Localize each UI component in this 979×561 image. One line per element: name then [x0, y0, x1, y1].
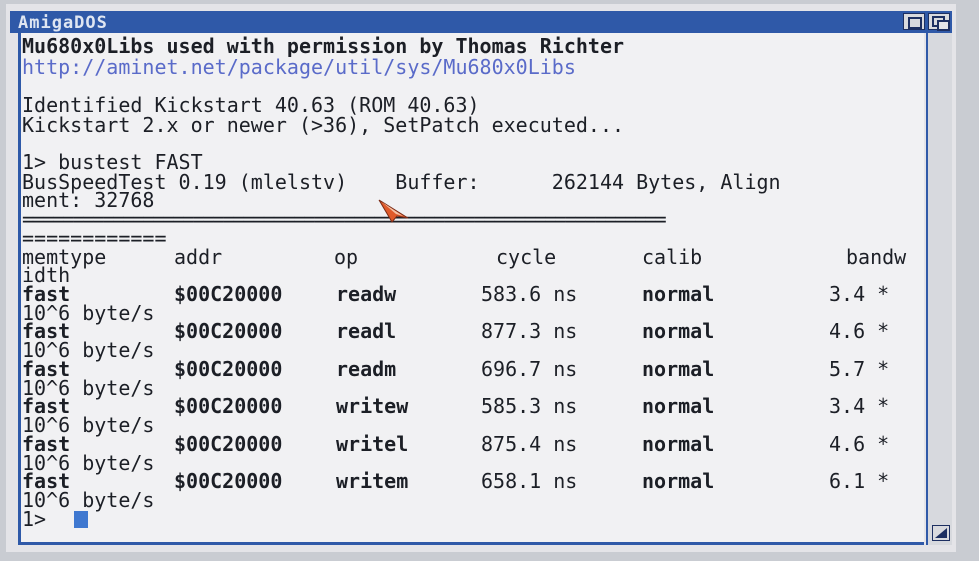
title-bar[interactable]: AmigaDOS [10, 11, 952, 33]
row-op: readw [336, 282, 397, 306]
depth-gadget-icon[interactable] [928, 13, 950, 31]
console-line-url[interactable]: http://aminet.net/package/util/sys/Mu680… [22, 57, 576, 77]
row-cycle: 696.7 ns [481, 357, 578, 381]
header-cycle: cycle [496, 245, 557, 269]
mouse-pointer-icon [378, 199, 409, 223]
row-calib: normal [642, 469, 715, 493]
header-calib: calib [642, 245, 703, 269]
row-bandwidth: 5.7 * [829, 357, 890, 381]
console-line-kickstart-version: Kickstart 2.x or newer (>36), SetPatch e… [22, 113, 625, 137]
console-line-kickstart-id: Identified Kickstart 40.63 (ROM 40.63) [22, 93, 480, 117]
row-op: writew [336, 394, 409, 418]
row-calib: normal [642, 432, 715, 456]
row-cycle: 583.6 ns [481, 282, 578, 306]
row-op: writem [336, 469, 409, 493]
row-op: writel [336, 432, 409, 456]
row-addr: $00C20000 [174, 282, 283, 306]
row-bandwidth: 3.4 * [829, 394, 890, 418]
row-addr: $00C20000 [174, 469, 283, 493]
console-line-permission: Mu680x0Libs used with permission by Thom… [22, 34, 625, 58]
row-op: readm [336, 357, 397, 381]
row-bandwidth: 4.6 * [829, 432, 890, 456]
shell-prompt[interactable]: 1> [22, 509, 46, 529]
scrollbar[interactable] [926, 33, 952, 545]
row-bandwidth: 4.6 * [829, 319, 890, 343]
row-bandwidth: 3.4 * [829, 282, 890, 306]
header-addr: addr [174, 245, 223, 269]
row-addr: $00C20000 [174, 319, 283, 343]
row-op: readl [336, 319, 397, 343]
header-bandwidth: bandw [846, 245, 907, 269]
row-cycle: 658.1 ns [481, 469, 578, 493]
window-title: AmigaDOS [18, 13, 108, 33]
row-cycle: 585.3 ns [481, 394, 578, 418]
zoom-gadget-icon[interactable] [903, 13, 925, 30]
row-addr: $00C20000 [174, 357, 283, 381]
row-calib: normal [642, 357, 715, 381]
row-calib: normal [642, 394, 715, 418]
size-gadget-icon[interactable] [932, 525, 950, 541]
row-bandwidth: 6.1 * [829, 469, 890, 493]
row-cycle: 875.4 ns [481, 432, 578, 456]
row-addr: $00C20000 [174, 432, 283, 456]
row-calib: normal [642, 282, 715, 306]
row-calib: normal [642, 319, 715, 343]
console-line-command: 1> bustest FAST [22, 150, 203, 174]
text-cursor [74, 511, 88, 528]
row-addr: $00C20000 [174, 394, 283, 418]
header-op: op [334, 245, 359, 269]
row-cycle: 877.3 ns [481, 319, 578, 343]
